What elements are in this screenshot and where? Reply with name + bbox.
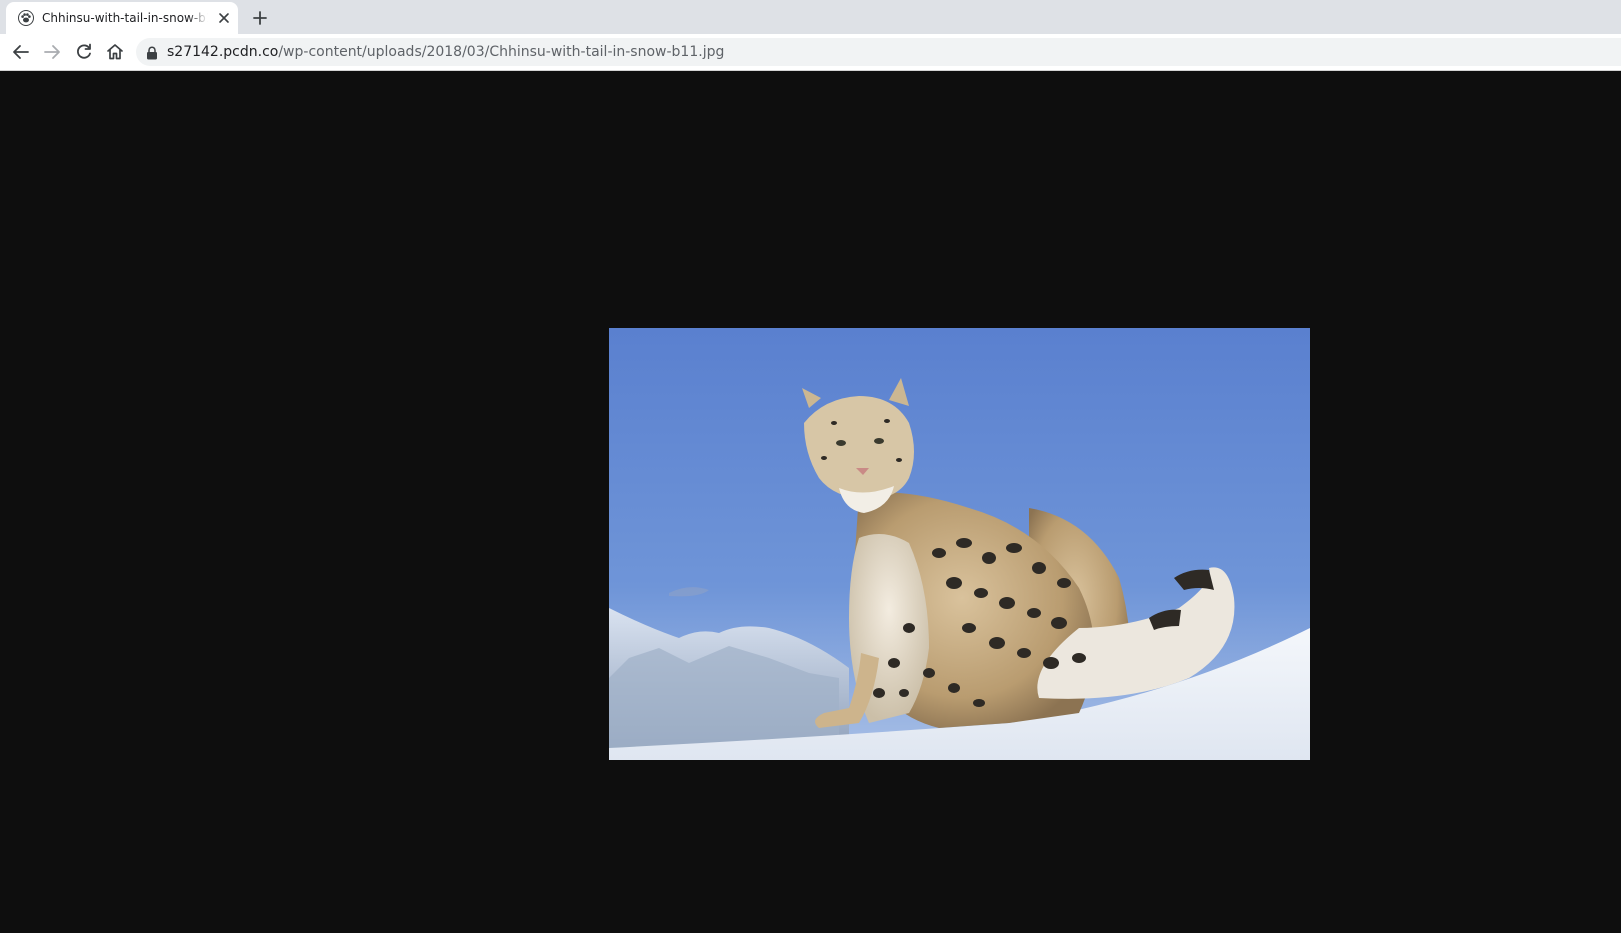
address-bar[interactable]: s27142.pcdn.co/wp-content/uploads/2018/0…	[136, 38, 1621, 66]
url-text[interactable]: s27142.pcdn.co/wp-content/uploads/2018/0…	[167, 43, 724, 61]
home-icon[interactable]	[104, 41, 126, 63]
tab-title: Chhinsu-with-tail-in-snow-b11.jpg	[42, 11, 208, 25]
lock-icon[interactable]	[146, 45, 158, 60]
close-tab-icon[interactable]	[216, 10, 232, 26]
url-path: /wp-content/uploads/2018/03/Chhinsu-with…	[278, 44, 725, 60]
image-viewer	[0, 71, 1621, 933]
back-arrow-icon[interactable]	[10, 41, 32, 63]
snow-leopard-photo[interactable]	[609, 328, 1310, 760]
reload-icon[interactable]	[73, 41, 95, 63]
forward-arrow-icon[interactable]	[41, 41, 63, 63]
active-tab[interactable]: Chhinsu-with-tail-in-snow-b11.jpg	[6, 2, 238, 34]
paw-favicon-icon	[18, 10, 34, 26]
new-tab-button[interactable]	[250, 8, 270, 28]
browser-toolbar: s27142.pcdn.co/wp-content/uploads/2018/0…	[0, 34, 1621, 71]
url-host: s27142.pcdn.co	[167, 44, 279, 60]
tab-strip: Chhinsu-with-tail-in-snow-b11.jpg	[0, 0, 1621, 34]
